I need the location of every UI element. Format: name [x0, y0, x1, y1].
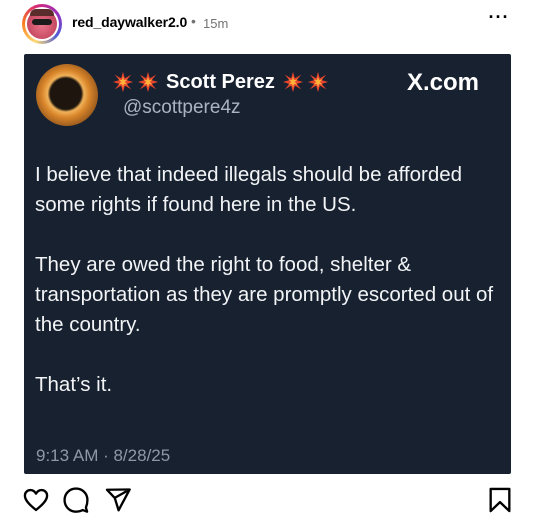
- collision-spark-icon: [282, 71, 304, 93]
- comment-icon[interactable]: [62, 486, 90, 514]
- heart-icon[interactable]: [22, 486, 50, 514]
- tweet-author-name-row: Scott Perez: [112, 70, 329, 94]
- separator-dot: •: [191, 13, 196, 29]
- post-action-bar: [0, 486, 546, 518]
- avatar-image: [25, 7, 59, 41]
- tweet-author-name: Scott Perez: [166, 70, 275, 93]
- x-brand-logo: X.com: [407, 69, 480, 96]
- more-options-button[interactable]: ···: [487, 8, 511, 34]
- collision-spark-icon: [112, 71, 134, 93]
- post-header: red_daywalker2.0 • 15m ···: [0, 0, 546, 48]
- tweet-timestamp: 9:13 AM · 8/28/25: [36, 446, 171, 465]
- username-link[interactable]: red_daywalker2.0: [72, 14, 187, 30]
- avatar[interactable]: [22, 4, 62, 44]
- share-icon[interactable]: [104, 486, 132, 514]
- post-time[interactable]: 15m: [203, 16, 228, 31]
- tweet-paragraph: That’s it.: [35, 373, 113, 396]
- tweet-author-handle: @scottpere4z: [123, 97, 241, 118]
- collision-spark-icon: [137, 71, 159, 93]
- tweet-author-avatar: [36, 64, 98, 126]
- bookmark-icon[interactable]: [486, 486, 514, 514]
- tweet-paragraph: I believe that indeed illegals should be…: [35, 163, 463, 216]
- collision-spark-icon: [307, 71, 329, 93]
- tweet-image[interactable]: Scott Perez @scottpere4z X.com I believe…: [24, 54, 511, 474]
- tweet-paragraph: They are owed the right to food, shelter…: [35, 253, 494, 336]
- tweet-text: I believe that indeed illegals should be…: [35, 160, 505, 430]
